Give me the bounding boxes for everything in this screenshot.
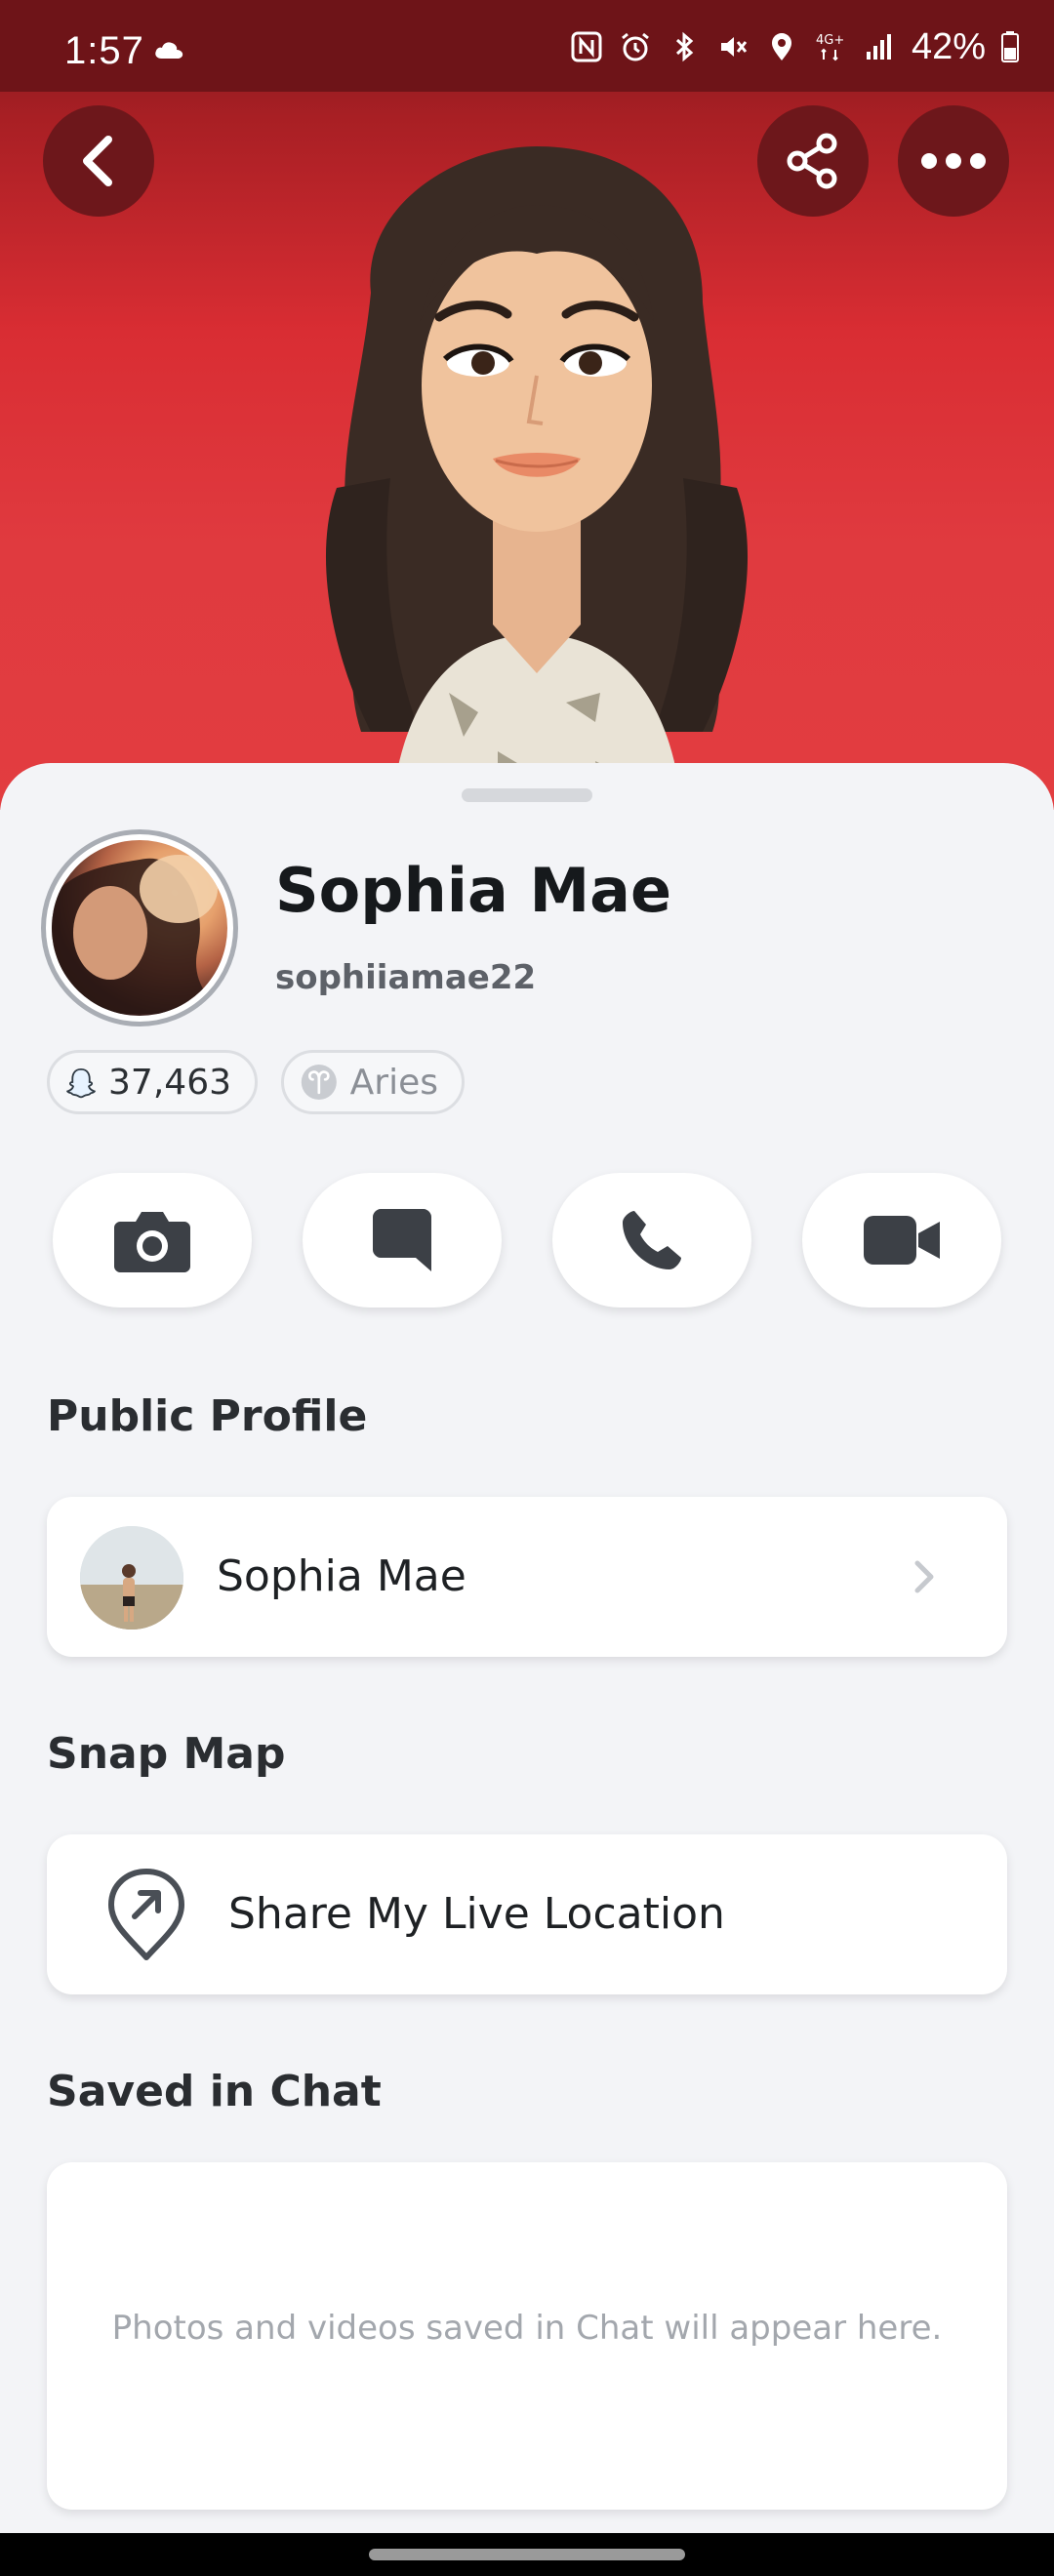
profile-sheet: Sophia Mae sophiiamae22 37,463 Aries Pub… <box>0 763 1054 2539</box>
saved-in-chat-empty-text: Photos and videos saved in Chat will app… <box>111 2309 943 2348</box>
status-icons: 4G+ 42% <box>570 25 1019 68</box>
battery-percent: 42% <box>911 25 986 67</box>
svg-text:4G+: 4G+ <box>816 33 844 48</box>
more-horizontal-icon <box>921 153 986 169</box>
chevron-right-icon <box>914 1560 934 1593</box>
bluetooth-icon <box>675 31 694 62</box>
snap-score-badge[interactable]: 37,463 <box>47 1050 258 1114</box>
public-profile-avatar <box>80 1526 183 1630</box>
cloud-icon <box>155 42 183 59</box>
share-icon <box>787 133 837 189</box>
public-profile-name: Sophia Mae <box>217 1551 466 1601</box>
signal-icon <box>866 34 891 60</box>
chat-icon <box>373 1209 431 1271</box>
chevron-left-icon <box>83 136 112 186</box>
saved-in-chat-heading: Saved in Chat <box>47 2067 382 2116</box>
phone-icon <box>623 1211 681 1269</box>
camera-button[interactable] <box>53 1173 252 1308</box>
avatar-photo <box>52 840 227 1016</box>
profile-hero: 1:57 4G+ 42% <box>0 0 1054 820</box>
zodiac-badge[interactable]: Aries <box>281 1050 465 1114</box>
chat-button[interactable] <box>303 1173 502 1308</box>
battery-icon <box>1001 31 1019 62</box>
bitmoji-avatar <box>325 146 749 820</box>
location-icon <box>771 33 791 60</box>
nfc-icon <box>571 31 602 62</box>
call-button[interactable] <box>552 1173 751 1308</box>
share-live-location-card[interactable]: Share My Live Location <box>47 1834 1007 1994</box>
mute-icon <box>720 37 748 57</box>
profile-username: sophiiamae22 <box>275 958 537 997</box>
profile-screen: 1:57 4G+ 42% Sophia Mae sophiiamae22 37,… <box>0 0 1054 2576</box>
profile-avatar[interactable] <box>41 829 238 1026</box>
sheet-drag-handle[interactable] <box>462 788 592 802</box>
zodiac-label: Aries <box>349 1062 438 1103</box>
video-icon <box>864 1216 940 1265</box>
public-profile-heading: Public Profile <box>47 1391 368 1441</box>
alarm-icon <box>622 32 649 61</box>
back-button[interactable] <box>43 105 154 217</box>
share-button[interactable] <box>757 105 869 217</box>
snap-score-value: 37,463 <box>108 1062 231 1103</box>
home-indicator[interactable] <box>369 2549 685 2560</box>
share-live-location-label: Share My Live Location <box>228 1889 725 1939</box>
profile-display-name: Sophia Mae <box>275 855 672 926</box>
network-4g-icon: 4G+ <box>816 33 844 61</box>
snap-map-heading: Snap Map <box>47 1729 286 1779</box>
location-share-icon <box>108 1869 184 1960</box>
status-bar: 1:57 4G+ 42% <box>0 0 1054 92</box>
video-call-button[interactable] <box>802 1173 1001 1308</box>
public-profile-card[interactable]: Sophia Mae <box>47 1497 1007 1657</box>
saved-in-chat-card: Photos and videos saved in Chat will app… <box>47 2162 1007 2510</box>
ghost-icon <box>65 1067 97 1099</box>
aries-icon <box>301 1064 337 1101</box>
status-time: 1:57 <box>64 29 144 72</box>
more-options-button[interactable] <box>898 105 1009 217</box>
camera-icon <box>114 1212 190 1272</box>
